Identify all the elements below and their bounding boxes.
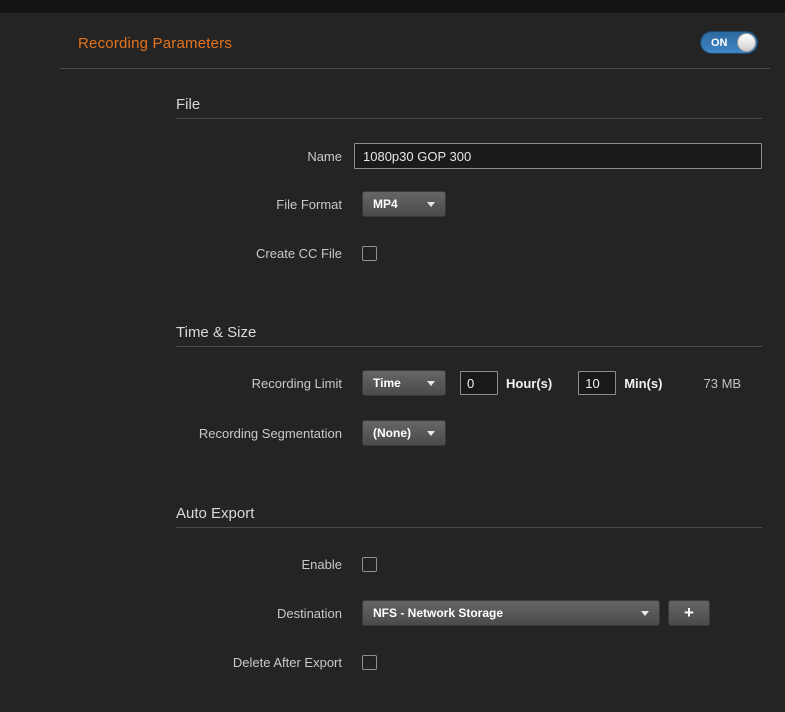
- hours-unit-label: Hour(s): [506, 376, 552, 391]
- recording-on-toggle[interactable]: ON: [700, 31, 758, 54]
- name-input[interactable]: [354, 143, 762, 169]
- file-section-divider: [176, 118, 762, 119]
- file-format-label: File Format: [60, 197, 342, 212]
- recording-limit-mode-dropdown[interactable]: Time: [362, 370, 446, 396]
- top-strip: [0, 0, 785, 13]
- hours-input[interactable]: [460, 371, 498, 395]
- chevron-down-icon: [427, 381, 435, 386]
- destination-row: Destination NFS - Network Storage +: [60, 599, 770, 627]
- chevron-down-icon: [427, 431, 435, 436]
- recording-limit-mode-value: Time: [373, 376, 401, 390]
- name-row: Name: [60, 142, 770, 170]
- create-cc-checkbox[interactable]: [362, 246, 377, 261]
- recording-segmentation-row: Recording Segmentation (None): [60, 419, 770, 447]
- destination-dropdown[interactable]: NFS - Network Storage: [362, 600, 660, 626]
- auto-export-section-divider: [176, 527, 762, 528]
- file-format-row: File Format MP4: [60, 190, 770, 218]
- toggle-on-label: ON: [711, 37, 728, 49]
- delete-after-export-checkbox[interactable]: [362, 655, 377, 670]
- add-destination-button[interactable]: +: [668, 600, 710, 626]
- destination-label: Destination: [60, 606, 342, 621]
- file-format-dropdown[interactable]: MP4: [362, 191, 446, 217]
- destination-value: NFS - Network Storage: [373, 606, 503, 620]
- create-cc-row: Create CC File: [60, 239, 770, 267]
- delete-after-export-label: Delete After Export: [60, 655, 342, 670]
- recording-limit-row: Recording Limit Time Hour(s) Min(s) 73 M…: [60, 369, 770, 397]
- file-format-value: MP4: [373, 197, 398, 211]
- recording-segmentation-value: (None): [373, 426, 411, 440]
- recording-limit-label: Recording Limit: [60, 376, 342, 391]
- page-title: Recording Parameters: [78, 35, 232, 52]
- create-cc-label: Create CC File: [60, 246, 342, 261]
- time-size-section-divider: [176, 346, 762, 347]
- name-label: Name: [60, 149, 342, 164]
- minutes-input[interactable]: [578, 371, 616, 395]
- recording-parameters-panel: Recording Parameters ON File Name File F…: [0, 0, 785, 712]
- minutes-unit-label: Min(s): [624, 376, 662, 391]
- section-heading-file: File: [176, 96, 200, 113]
- recording-segmentation-label: Recording Segmentation: [60, 426, 342, 441]
- enable-row: Enable: [60, 550, 770, 578]
- chevron-down-icon: [641, 611, 649, 616]
- plus-icon: +: [684, 603, 694, 622]
- toggle-knob[interactable]: [737, 33, 756, 52]
- section-heading-auto-export: Auto Export: [176, 505, 254, 522]
- section-heading-time-size: Time & Size: [176, 324, 256, 341]
- enable-label: Enable: [60, 557, 342, 572]
- estimated-size-label: 73 MB: [704, 376, 742, 391]
- auto-export-enable-checkbox[interactable]: [362, 557, 377, 572]
- delete-after-export-row: Delete After Export: [60, 648, 770, 676]
- recording-segmentation-dropdown[interactable]: (None): [362, 420, 446, 446]
- header-divider: [60, 68, 770, 69]
- chevron-down-icon: [427, 202, 435, 207]
